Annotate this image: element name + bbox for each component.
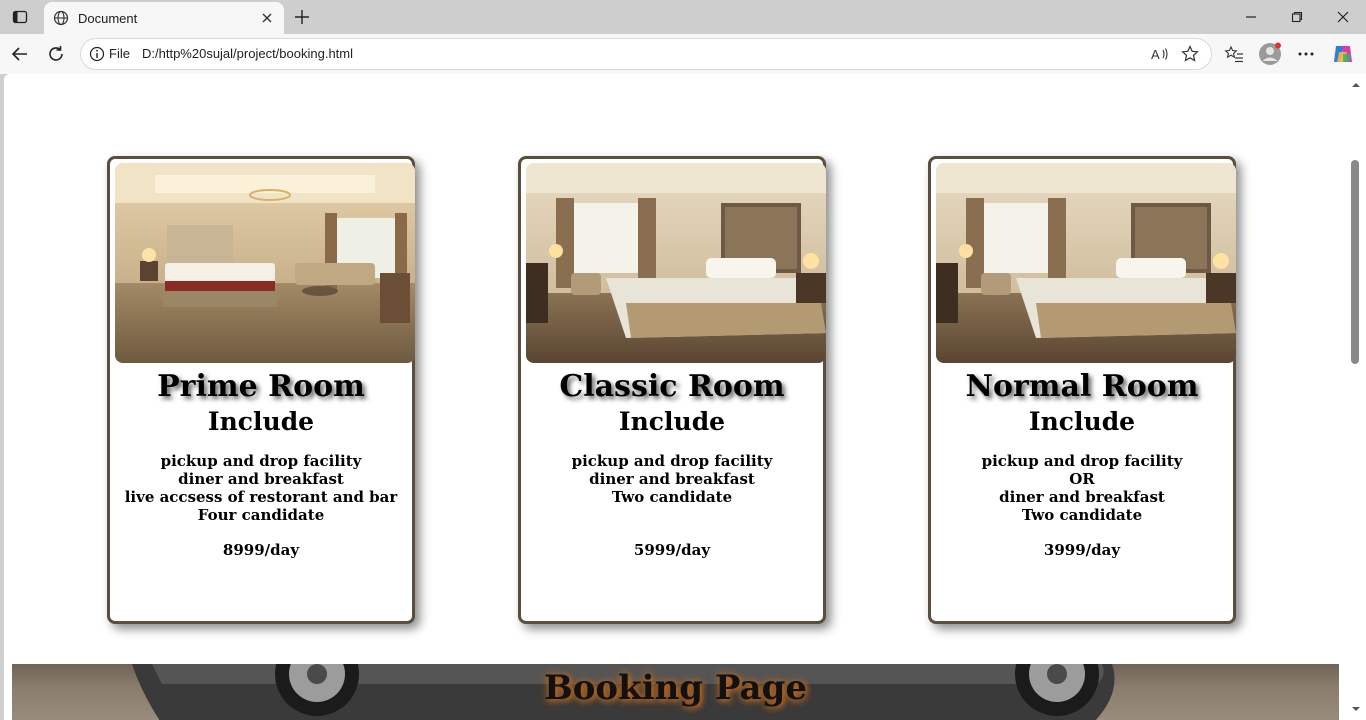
plus-icon[interactable] [290,5,314,29]
room-price: 3999/day [1043,541,1121,559]
scroll-thumb[interactable] [1351,160,1359,364]
more-icon[interactable] [1292,40,1320,68]
include-heading: Include [618,407,726,436]
room-title: Prime Room [157,369,365,404]
feature-list: pickup and drop facility diner and break… [110,452,412,524]
feature-item: Four candidate [197,506,325,524]
read-aloud-icon[interactable]: A [1149,43,1171,65]
sidebar-toggle-icon[interactable] [6,5,34,29]
room-card-normal: Normal Room Include pickup and drop faci… [928,156,1236,624]
page-viewport: Prime Room Include pickup and drop facil… [4,74,1346,720]
feature-item: diner and breakfast [589,470,755,488]
room-title: Normal Room [965,369,1199,404]
tab-title: Document [78,10,138,26]
scroll-down-icon[interactable] [1351,704,1361,714]
include-heading: Include [207,407,315,436]
restore-icon[interactable] [1274,0,1320,34]
copilot-icon[interactable] [1329,40,1357,68]
feature-item: diner and breakfast [178,470,344,488]
feature-item: Two candidate [611,488,733,506]
room-price: 8999/day [222,541,300,559]
refresh-icon[interactable] [42,40,70,68]
room-card-prime: Prime Room Include pickup and drop facil… [107,156,415,624]
feature-item: live accsess of restorant and bar [124,488,398,506]
close-icon[interactable] [256,7,278,29]
feature-item: OR [1069,470,1095,488]
feature-item: pickup and drop facility [571,452,773,470]
favorites-list-icon[interactable] [1220,40,1248,68]
window-close-icon[interactable] [1320,0,1366,34]
room-photo [936,163,1236,363]
browser-toolbar: File D:/http%20sujal/project/booking.htm… [0,34,1366,74]
address-bar[interactable]: File D:/http%20sujal/project/booking.htm… [80,38,1212,70]
info-icon[interactable] [89,46,105,62]
scrollbar[interactable] [1346,74,1366,720]
room-card-classic: Classic Room Include pickup and drop fac… [518,156,826,624]
booking-banner: Booking Page [12,664,1339,720]
room-price: 5999/day [633,541,711,559]
scroll-up-icon[interactable] [1351,80,1361,90]
globe-icon [52,9,70,27]
include-heading: Include [1028,407,1136,436]
favorite-star-icon[interactable] [1179,43,1201,65]
minimize-icon[interactable] [1228,0,1274,34]
tab-document[interactable]: Document [44,2,284,34]
feature-item: pickup and drop facility [160,452,362,470]
svg-text:A: A [1151,47,1160,62]
profile-avatar-icon[interactable] [1256,40,1284,68]
feature-list: pickup and drop facility diner and break… [521,452,823,506]
feature-item: diner and breakfast [999,488,1165,506]
address-prefix: File [109,46,130,61]
tab-strip: Document [0,0,1366,34]
room-title: Classic Room [559,369,785,404]
url-text[interactable]: D:/http%20sujal/project/booking.html [142,46,353,61]
room-photo [526,163,826,363]
feature-item: pickup and drop facility [981,452,1183,470]
room-photo [115,163,415,363]
feature-list: pickup and drop facility OR diner and br… [931,452,1233,524]
feature-item: Two candidate [1021,506,1143,524]
page-title: Booking Page [544,668,807,708]
back-arrow-icon[interactable] [6,40,34,68]
